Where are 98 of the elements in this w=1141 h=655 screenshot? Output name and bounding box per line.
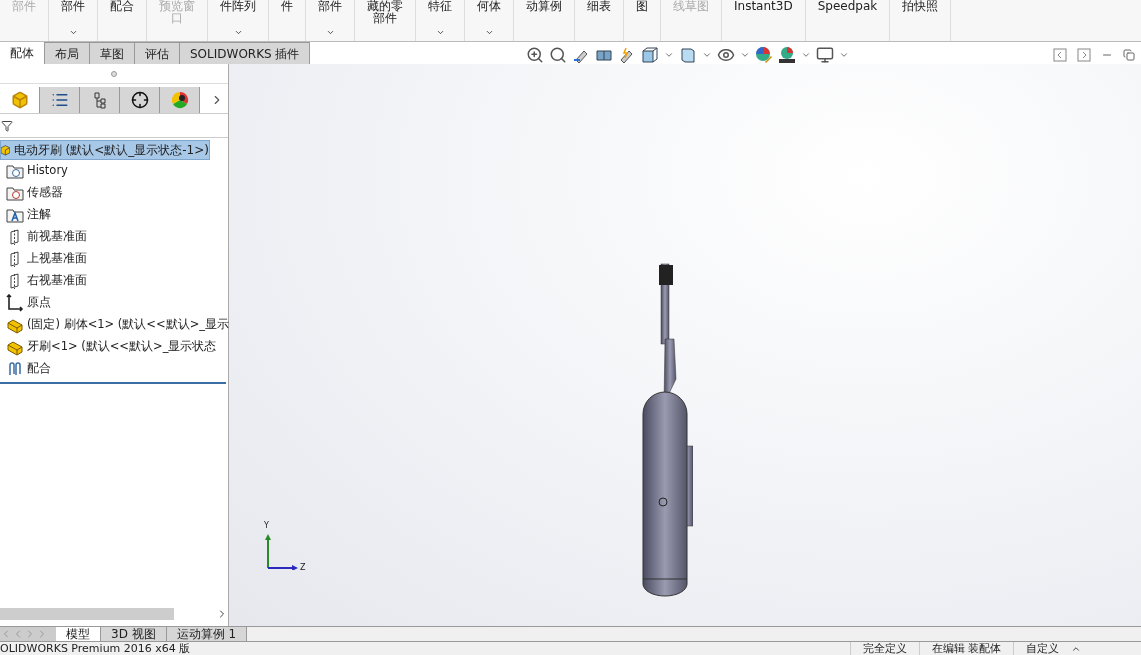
command-label: 特征 [428,0,452,12]
mates-icon [6,360,24,378]
command-label: 动算例 [526,0,562,12]
view-tab[interactable]: 模型 [56,627,101,641]
status-field: 自定义 [1013,642,1071,655]
manager-tab[interactable] [160,86,200,113]
zoom-area-icon[interactable] [549,46,567,64]
tree-item[interactable]: 牙刷<1> (默认<<默认>_显示状态 [0,336,228,358]
tree-item[interactable]: 传感器 [0,182,228,204]
tree-root[interactable]: 电动牙刷 (默认<默认_显示状态-1>) [0,140,210,160]
restore-icon[interactable] [1123,49,1135,61]
ribbon-command[interactable]: Instant3D [722,0,806,41]
tree-label: History [27,162,68,180]
command-label: 图 [636,0,648,12]
command-label: Instant3D [734,0,793,12]
ribbon-command[interactable]: 藏的零 部件 [355,0,416,41]
view-tab[interactable]: 运动算例 1 [166,627,248,641]
tree-item[interactable]: History [0,160,228,182]
command-tab[interactable]: 草图 [90,42,135,64]
monitor-icon[interactable] [816,46,834,64]
command-tab[interactable]: 布局 [45,42,90,64]
dropdown-caret-icon[interactable] [839,50,849,60]
ribbon-command[interactable]: 何体 [465,0,514,41]
command-label: 件 [281,0,293,12]
origin-icon [6,294,24,312]
ribbon-command[interactable]: 拍快照 [890,0,952,41]
panel-left-icon[interactable] [1053,48,1067,62]
dropdown-caret-icon[interactable] [664,50,674,60]
folder-icon [6,162,24,180]
status-field: 完全定义 [849,642,919,655]
command-label: 件阵列 [220,0,256,12]
ribbon-command[interactable]: 特征 [416,0,465,41]
ribbon-command[interactable]: 部件 [49,0,98,41]
splitter-handle-icon[interactable] [111,70,117,77]
manager-tab[interactable] [80,86,120,113]
tree-label: (固定) 刷体<1> (默认<<默认>_显示 [27,316,230,334]
command-label: 部件 [61,0,85,12]
command-tab[interactable]: 评估 [135,42,180,64]
zoom-to-fit-icon[interactable] [526,46,544,64]
ribbon-command[interactable]: 件 [269,0,306,41]
view-tab[interactable]: 3D 视图 [101,627,167,641]
filter-icon[interactable] [1,119,13,132]
command-tab[interactable]: SOLIDWORKS 插件 [180,42,311,64]
status-text: OLIDWORKS Premium 2016 x64 版 [0,642,191,655]
ribbon-command[interactable]: 细表 [575,0,624,41]
tree-item[interactable]: 原点 [0,292,228,314]
tree-item[interactable]: 右视基准面 [0,270,228,292]
command-label: 部件 [373,12,397,24]
tree-item[interactable]: 前视基准面 [0,226,228,248]
tree-label: 牙刷<1> (默认<<默认>_显示状态 [27,338,217,356]
tree-label: 原点 [27,294,51,312]
tree-label: 注解 [27,206,51,224]
tree-label: 配合 [27,360,51,378]
command-label: 部件 [12,0,36,12]
dropdown-caret-icon[interactable] [801,50,811,60]
panel-right-icon[interactable] [1077,48,1091,62]
manager-tab[interactable] [120,86,160,113]
command-label: 藏的零 [367,0,403,12]
ribbon-command[interactable]: Speedpak [805,0,891,41]
tree-label: 上视基准面 [27,250,87,268]
tree-label: 前视基准面 [27,228,87,246]
ribbon-command[interactable]: 配合 [98,0,147,41]
feature-tree-icon [10,90,29,109]
command-label: 预览窗 [159,0,195,12]
crosshair-icon [130,90,149,109]
annotation-folder-icon [6,206,24,224]
tree-item[interactable]: 注解 [0,204,228,226]
dropdown-caret-icon[interactable] [702,50,712,60]
scene-icon[interactable] [778,46,796,64]
command-label: 部件 [318,0,342,12]
ribbon-command[interactable]: 件阵列 [208,0,269,41]
command-label: 拍快照 [902,0,939,12]
axis-label: Z [300,562,306,574]
assembly-icon [1,142,10,158]
command-label: 口 [171,12,183,24]
ribbon-command[interactable]: 部件 [306,0,355,41]
tree-label: 右视基准面 [27,272,87,290]
appearance-icon [170,90,189,109]
tree-item[interactable]: (固定) 刷体<1> (默认<<默认>_显示 [0,314,228,336]
command-label: 何体 [477,0,501,12]
tree-item[interactable]: 上视基准面 [0,248,228,270]
folder-icon [6,184,24,202]
axis-label: Y [264,520,269,532]
tree-item[interactable]: 配合 [0,358,228,380]
command-label: Speedpak [817,0,878,12]
ribbon-command[interactable]: 图 [624,0,661,41]
view-orientation-icon[interactable] [641,46,659,64]
eye-icon[interactable] [717,46,735,64]
scrollbar-thumb[interactable] [0,608,174,620]
status-field: 在编辑 装配体 [918,642,1013,655]
dropdown-caret-icon[interactable] [740,50,750,60]
command-label: 配合 [110,0,134,12]
ribbon-command[interactable]: 动算例 [514,0,575,41]
command-label: 细表 [587,0,611,12]
edit-appearance-icon[interactable] [755,46,773,64]
tree-label: 电动牙刷 (默认<默认_显示状态-1>) [13,142,209,159]
tree-label: 传感器 [27,184,63,202]
command-label: 线草图 [673,0,709,12]
